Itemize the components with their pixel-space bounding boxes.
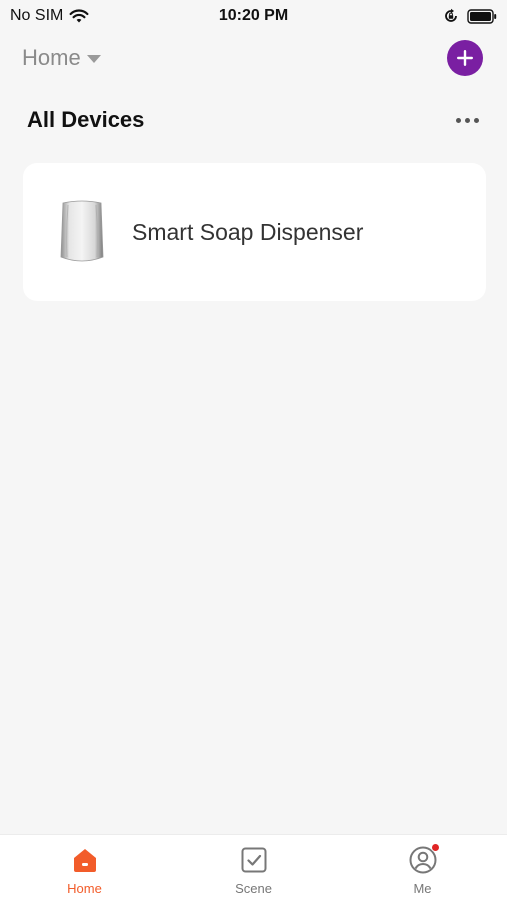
soap-dispenser-image — [60, 200, 104, 262]
device-card[interactable]: Smart Soap Dispenser — [23, 163, 486, 301]
carrier-label: No SIM — [10, 7, 64, 24]
home-selector[interactable]: Home — [22, 45, 101, 71]
tab-bar: Home Scene Me — [0, 834, 507, 900]
section-title: All Devices — [27, 107, 145, 132]
profile-icon — [408, 843, 440, 875]
header: Home — [22, 38, 483, 78]
more-dot-icon — [456, 117, 461, 123]
tab-me[interactable]: Me — [363, 843, 483, 896]
home-selector-label: Home — [22, 45, 81, 70]
battery-icon — [467, 8, 497, 24]
notification-dot — [430, 843, 440, 852]
tab-scene-label: Scene — [235, 881, 272, 896]
status-left: No SIM — [10, 7, 89, 25]
tab-home[interactable]: Home — [25, 845, 145, 896]
add-device-button[interactable] — [447, 40, 483, 76]
caret-down-icon — [86, 55, 101, 63]
tab-me-label: Me — [413, 881, 432, 896]
section-header: All Devices — [27, 104, 479, 136]
wifi-icon — [69, 8, 89, 24]
tab-home-label: Home — [67, 881, 102, 896]
orientation-lock-icon — [443, 8, 459, 24]
scene-checkbox-icon — [239, 845, 269, 875]
status-bar: No SIM 10:20 PM — [0, 0, 507, 32]
home-icon — [70, 845, 100, 875]
status-right — [443, 8, 497, 24]
more-options-button[interactable] — [456, 112, 479, 129]
plus-icon — [457, 50, 473, 66]
more-dot-icon — [465, 117, 470, 123]
more-dot-icon — [474, 117, 479, 123]
tab-scene[interactable]: Scene — [194, 845, 314, 896]
device-name: Smart Soap Dispenser — [132, 218, 364, 245]
